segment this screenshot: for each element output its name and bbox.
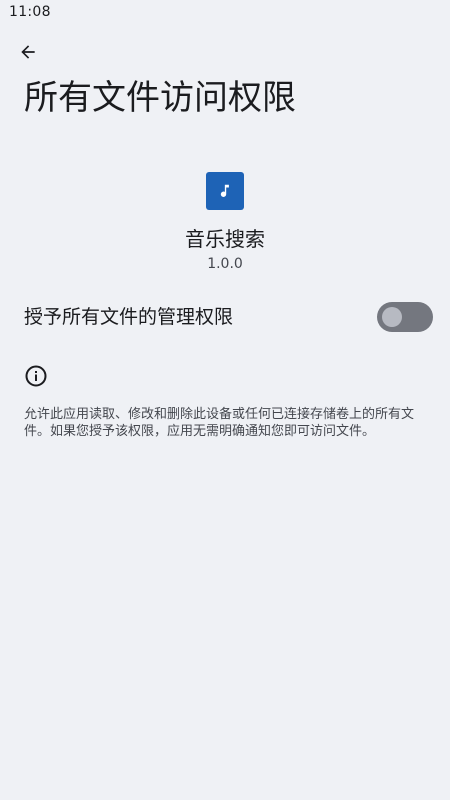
settings-screen: 11:08 所有文件访问权限 音乐搜索 1.0.0 授予所有文件的管理权限 允许… [0, 0, 450, 800]
status-bar: 11:08 [0, 0, 450, 26]
app-icon [206, 172, 244, 210]
music-note-icon [220, 184, 229, 197]
info-icon [25, 365, 47, 387]
app-name: 音乐搜索 [185, 227, 265, 251]
toggle-thumb [382, 307, 402, 327]
info-description: 允许此应用读取、修改和删除此设备或任何已连接存储卷上的所有文件。如果您授予该权限… [24, 407, 415, 439]
app-version: 1.0.0 [207, 256, 243, 272]
permission-toggle-row[interactable]: 授予所有文件的管理权限 [0, 296, 450, 340]
status-time: 11:08 [9, 4, 51, 20]
page-title: 所有文件访问权限 [24, 78, 296, 118]
back-button[interactable] [8, 32, 48, 72]
arrow-left-icon [21, 45, 35, 59]
permission-toggle[interactable] [377, 302, 433, 332]
permission-label: 授予所有文件的管理权限 [24, 306, 234, 328]
